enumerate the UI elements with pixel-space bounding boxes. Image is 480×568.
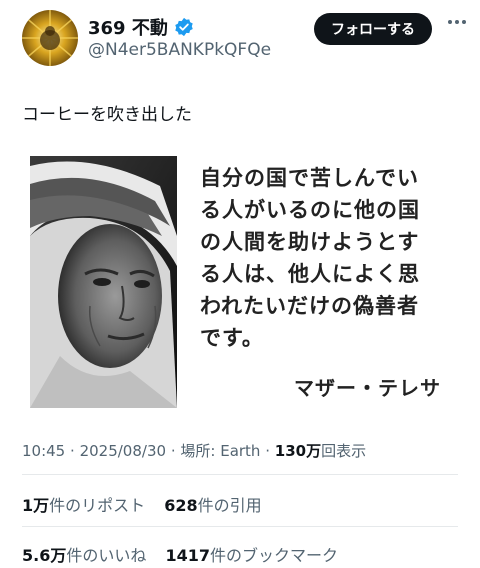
bookmarks-stat[interactable]: 1417件のブックマーク	[165, 542, 338, 566]
more-options-icon[interactable]	[448, 20, 466, 24]
quote-line: われたいだけの偽善者	[200, 294, 419, 318]
quote-line: の人間を助けようとす	[200, 230, 420, 254]
quote-line: です。	[200, 326, 264, 350]
quote-line: 自分の国で苦しんでい	[200, 166, 419, 190]
verified-badge-icon[interactable]	[174, 17, 194, 37]
tweet-date[interactable]: 2025/08/30	[80, 442, 166, 460]
likes-count: 5.6万	[22, 546, 67, 565]
quote-line: る人がいるのに他の国	[200, 198, 420, 222]
bookmarks-count: 1417	[165, 546, 210, 565]
quotes-stat[interactable]: 628件の引用	[164, 492, 261, 516]
quotes-label: 件の引用	[197, 496, 262, 515]
meta-separator: ·	[70, 442, 75, 460]
display-name[interactable]: 369 不動	[88, 14, 168, 40]
avatar[interactable]	[22, 10, 78, 66]
divider	[22, 474, 458, 475]
user-handle[interactable]: @N4er5BANKPkQFQe	[88, 40, 271, 60]
follow-button[interactable]: フォローする	[314, 13, 432, 45]
reposts-label: 件のリポスト	[49, 496, 146, 515]
meta-separator: ·	[170, 442, 176, 460]
avatar-image	[22, 10, 78, 66]
name-row: 369 不動	[88, 14, 194, 40]
tweet-header: 369 不動 @N4er5BANKPkQFQe フォローする	[0, 0, 480, 80]
tweet-time[interactable]: 10:45	[22, 442, 65, 460]
engagement-row-1: 1万件のリポスト 628件の引用	[22, 492, 276, 516]
tweet-image[interactable]: 自分の国で苦しんでい る人がいるのに他の国 の人間を助けようとす る人は、他人に…	[30, 156, 460, 408]
likes-label: 件のいいね	[66, 546, 147, 565]
engagement-row-2: 5.6万件のいいね 1417件のブックマーク	[22, 542, 352, 566]
tweet-text: コーヒーを吹き出した	[22, 105, 192, 125]
bookmarks-label: 件のブックマーク	[210, 546, 339, 565]
likes-stat[interactable]: 5.6万件のいいね	[22, 542, 146, 566]
quotes-count: 628	[164, 496, 198, 515]
views-count: 130万	[274, 442, 322, 460]
quote-line: る人は、他人によく思	[200, 262, 420, 286]
divider	[22, 526, 458, 527]
views-label: 回表示	[321, 442, 367, 460]
reposts-stat[interactable]: 1万件のリポスト	[22, 492, 145, 516]
portrait-photo	[30, 156, 177, 408]
tweet-location: 場所: Earth	[180, 442, 261, 460]
reposts-count: 1万	[22, 496, 50, 515]
quote-author: マザー・テレサ	[294, 376, 441, 400]
tweet-meta: 10:45 · 2025/08/30 · 場所: Earth · 130万回表示	[22, 440, 366, 461]
quote-text: 自分の国で苦しんでい る人がいるのに他の国 の人間を助けようとす る人は、他人に…	[200, 162, 460, 354]
meta-separator: ·	[265, 442, 270, 460]
